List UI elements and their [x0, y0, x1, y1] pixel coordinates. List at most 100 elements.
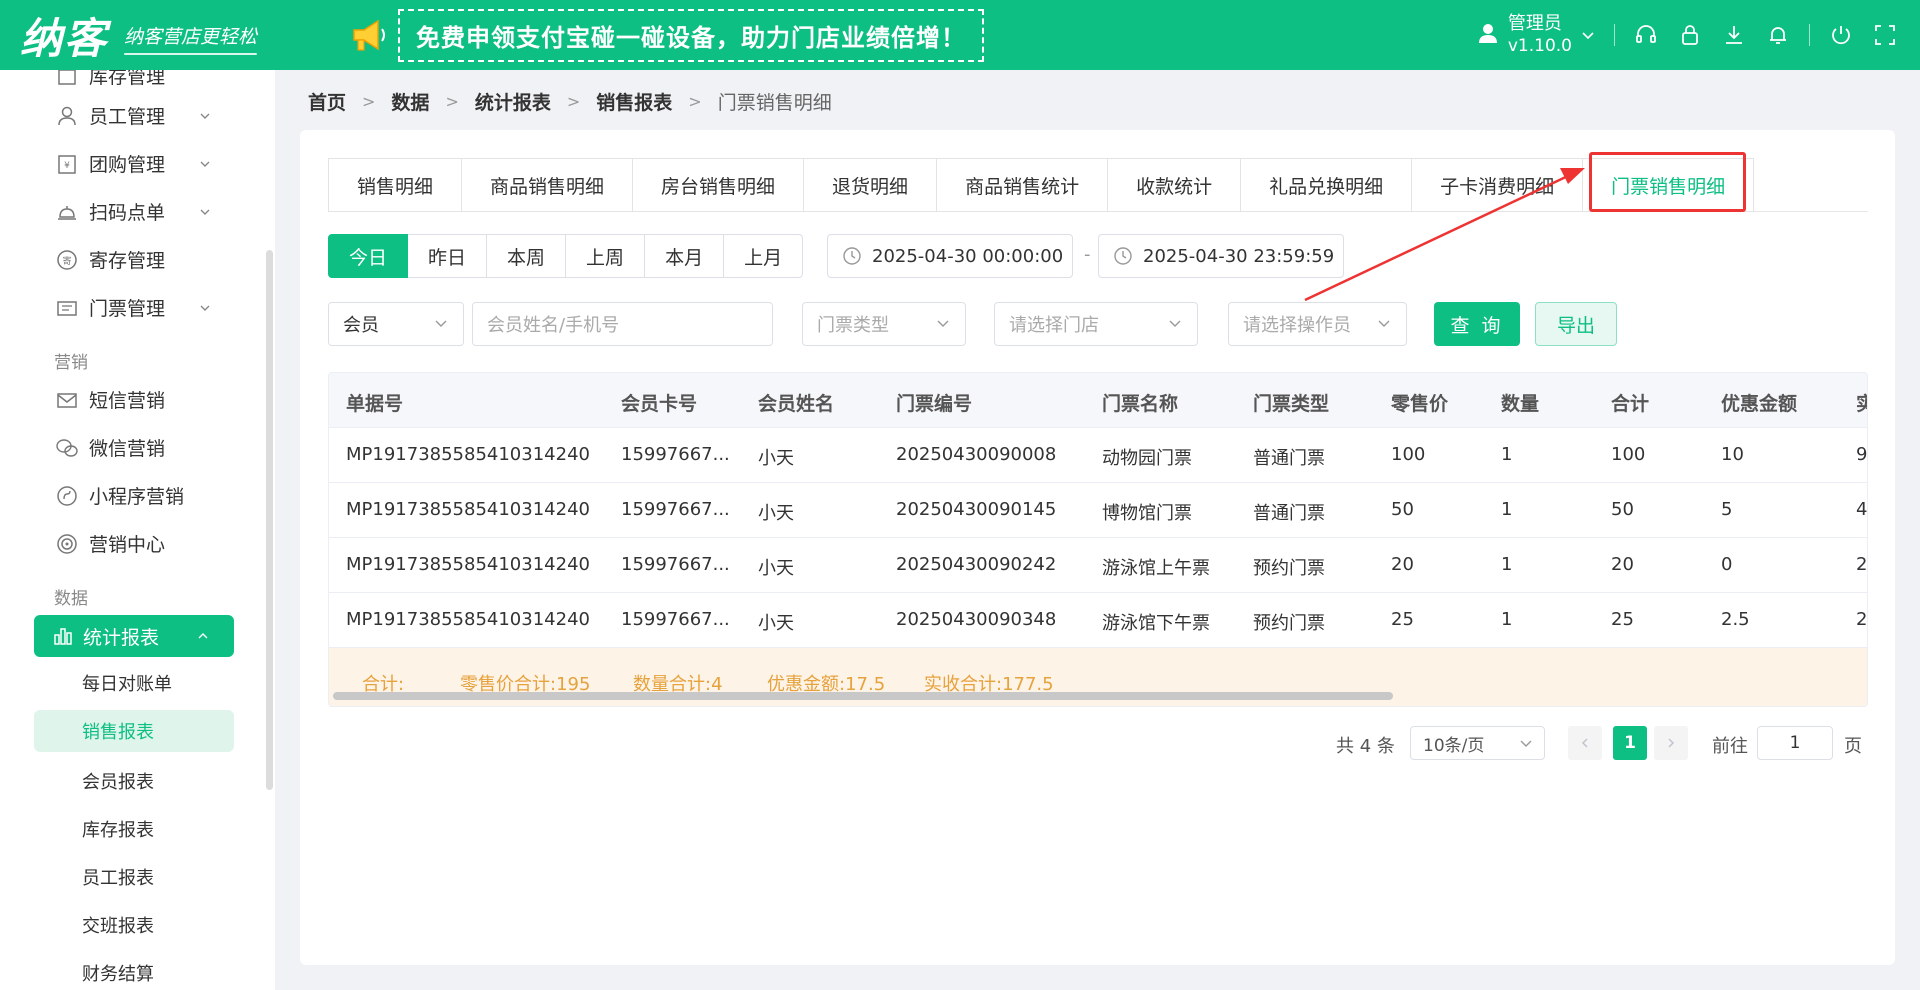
date-btn-yesterday[interactable]: 昨日 [408, 234, 488, 278]
operator-select[interactable]: 请选择操作员 [1228, 302, 1407, 346]
column-header[interactable]: 会员姓名 [758, 389, 834, 416]
tab-payment-stats[interactable]: 收款统计 [1107, 158, 1241, 212]
prev-page-button[interactable] [1568, 726, 1602, 760]
sidebar-item-sms[interactable]: 短信营销 [54, 386, 165, 413]
table-row[interactable]: MP1917385585410314240 15997667... 小天 202… [329, 538, 1867, 593]
headset-icon[interactable] [1633, 22, 1659, 48]
sidebar-item-inventory[interactable]: 库存管理 [54, 70, 165, 89]
promo-banner[interactable]: 免费申领支付宝碰一碰设备，助力门店业绩倍增！ [348, 8, 984, 62]
fullscreen-icon[interactable] [1872, 22, 1898, 48]
column-header[interactable]: 合计 [1611, 389, 1649, 416]
sidebar-item-scan-order[interactable]: 扫码点单 [54, 198, 210, 225]
tab-subcard-detail[interactable]: 子卡消费明细 [1411, 158, 1583, 212]
date-btn-this-month[interactable]: 本月 [645, 234, 725, 278]
bell-icon[interactable] [1765, 22, 1791, 48]
date-btn-today[interactable]: 今日 [328, 234, 409, 278]
chevron-down-icon [198, 106, 212, 128]
sidebar-item-miniapp[interactable]: 小程序营销 [54, 482, 184, 509]
chevron-down-icon [198, 298, 212, 320]
sidebar-item-wechat[interactable]: 微信营销 [54, 434, 165, 461]
sidebar-sub-shift[interactable]: 交班报表 [82, 912, 154, 938]
column-header[interactable]: 实 [1856, 389, 1867, 416]
breadcrumb-home[interactable]: 首页 [308, 88, 346, 115]
table-cell: 动物园门票 [1102, 448, 1192, 469]
tab-room-sales-detail[interactable]: 房台销售明细 [632, 158, 804, 212]
sidebar-sub-sales[interactable]: 销售报表 [34, 710, 234, 752]
table-row[interactable]: MP1917385585410314240 15997667... 小天 202… [329, 593, 1867, 648]
sidebar-item-label: 团购管理 [89, 154, 166, 176]
lock-icon[interactable] [1677, 22, 1703, 48]
store-select[interactable]: 请选择门店 [994, 302, 1198, 346]
sidebar-item-staff[interactable]: 员工管理 [54, 102, 210, 129]
start-date-value: 2025-04-30 00:00:00 [872, 245, 1064, 267]
tab-sales-detail[interactable]: 销售明细 [328, 158, 462, 212]
sidebar-item-groupbuy[interactable]: ¥ 团购管理 [54, 150, 210, 177]
pagination-total: 共 4 条 [1336, 736, 1395, 757]
sidebar-item-reports[interactable]: 统计报表 [34, 615, 234, 657]
sidebar-sub-finance[interactable]: 财务结算 [82, 960, 154, 986]
export-button[interactable]: 导出 [1535, 302, 1617, 346]
power-icon[interactable] [1828, 22, 1854, 48]
date-btn-this-week[interactable]: 本周 [487, 234, 567, 278]
date-btn-last-week[interactable]: 上周 [566, 234, 646, 278]
column-header[interactable]: 单据号 [346, 389, 403, 416]
sidebar-item-label: 扫码点单 [89, 202, 166, 224]
box-icon [54, 70, 80, 89]
chevron-down-icon [1580, 27, 1596, 43]
page-size-select[interactable]: 10条/页 [1410, 726, 1545, 760]
table-cell: 10 [1721, 444, 1744, 465]
member-type-value: 会员 [343, 315, 379, 336]
breadcrumb-sales[interactable]: 销售报表 [596, 88, 672, 115]
store-placeholder: 请选择门店 [1009, 315, 1099, 336]
tab-goods-sales-detail[interactable]: 商品销售明细 [461, 158, 633, 212]
sidebar-item-marketing-center[interactable]: 营销中心 [54, 530, 165, 557]
sidebar-sub-daily[interactable]: 每日对账单 [82, 670, 172, 696]
page-number-button[interactable]: 1 [1613, 726, 1647, 760]
query-button[interactable]: 查 询 [1434, 302, 1520, 346]
user-menu[interactable]: 管理员 v1.10.0 [1476, 13, 1596, 57]
column-header[interactable]: 数量 [1501, 389, 1539, 416]
column-header[interactable]: 会员卡号 [621, 389, 697, 416]
sidebar-scrollbar[interactable] [266, 250, 273, 790]
top-header: 纳客 纳客营店更轻松 免费申领支付宝碰一碰设备，助力门店业绩倍增！ 管理员 v1… [0, 0, 1920, 70]
column-header[interactable]: 优惠金额 [1721, 389, 1797, 416]
download-icon[interactable] [1721, 22, 1747, 48]
chevron-down-icon [198, 202, 212, 224]
table-row[interactable]: MP1917385585410314240 15997667... 小天 202… [329, 428, 1867, 483]
tab-goods-sales-stats[interactable]: 商品销售统计 [936, 158, 1108, 212]
table-cell: 博物馆门票 [1102, 503, 1192, 524]
end-date-input[interactable]: 2025-04-30 23:59:59 [1098, 234, 1344, 278]
table-cell: 普通门票 [1253, 448, 1325, 469]
promo-text: 免费申领支付宝碰一碰设备，助力门店业绩倍增！ [398, 8, 984, 62]
tab-gift-redeem-detail[interactable]: 礼品兑换明细 [1240, 158, 1412, 212]
column-header[interactable]: 门票编号 [896, 389, 972, 416]
member-search-input[interactable]: 会员姓名/手机号 [472, 302, 773, 346]
date-btn-last-month[interactable]: 上月 [724, 234, 804, 278]
column-header[interactable]: 门票类型 [1253, 389, 1329, 416]
next-page-button[interactable] [1654, 726, 1688, 760]
table-row[interactable]: MP1917385585410314240 15997667... 小天 202… [329, 483, 1867, 538]
table-cell: 25 [1611, 609, 1634, 630]
sidebar-item-label: 短信营销 [89, 390, 166, 412]
bell-icon [54, 199, 80, 225]
sidebar-item-deposit[interactable]: 寄 寄存管理 [54, 246, 165, 273]
table-horizontal-scrollbar[interactable] [333, 692, 1393, 700]
sidebar-sub-inventory[interactable]: 库存报表 [82, 816, 154, 842]
column-header[interactable]: 门票名称 [1102, 389, 1178, 416]
chevron-right-icon: > [688, 92, 702, 111]
column-header[interactable]: 零售价 [1391, 389, 1448, 416]
start-date-input[interactable]: 2025-04-30 00:00:00 [827, 234, 1073, 278]
ticket-type-select[interactable]: 门票类型 [802, 302, 966, 346]
goto-page-input[interactable]: 1 [1757, 726, 1833, 760]
breadcrumb-data[interactable]: 数据 [391, 88, 429, 115]
header-actions: 管理员 v1.10.0 [1476, 13, 1920, 57]
breadcrumb-current: 门票销售明细 [717, 92, 832, 114]
table-cell: 2.5 [1721, 609, 1750, 630]
sidebar-sub-member[interactable]: 会员报表 [82, 768, 154, 794]
member-type-select[interactable]: 会员 [328, 302, 464, 346]
sidebar-sub-staff[interactable]: 员工报表 [82, 864, 154, 890]
sidebar-item-label: 微信营销 [89, 438, 166, 460]
sidebar-item-ticket[interactable]: 门票管理 [54, 294, 210, 321]
tab-return-detail[interactable]: 退货明细 [803, 158, 937, 212]
breadcrumb-reports[interactable]: 统计报表 [475, 88, 551, 115]
